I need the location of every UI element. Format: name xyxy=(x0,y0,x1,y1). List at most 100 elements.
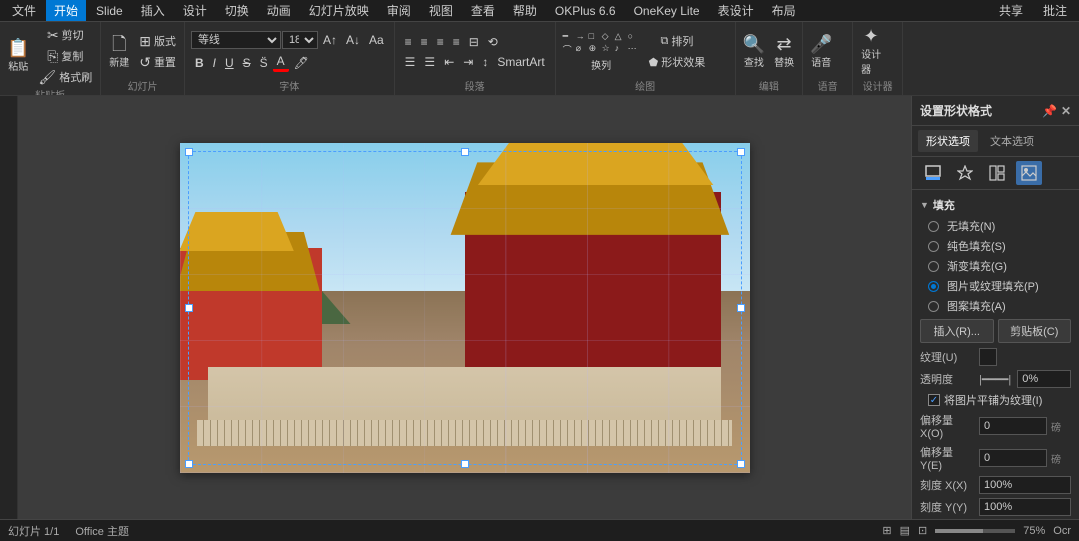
columns-button[interactable]: ⊟ xyxy=(465,34,483,50)
justify-button[interactable]: ≡ xyxy=(449,34,464,50)
formatpaint-button[interactable]: 🖌格式刷 xyxy=(34,67,96,87)
voice-label: 语音 xyxy=(811,54,831,69)
align-left-button[interactable]: ≡ xyxy=(401,34,416,50)
panel-tab-text[interactable]: 文本选项 xyxy=(982,130,1042,152)
voice-button[interactable]: 🎤 语音 xyxy=(807,33,835,71)
copy-icon: ⎘ xyxy=(47,49,58,63)
stretch-checkbox[interactable]: ✓ xyxy=(928,394,940,406)
find-button[interactable]: 🔍 查找 xyxy=(740,33,768,71)
insert-image-button[interactable]: 插入(R)... xyxy=(920,319,994,343)
offset-y-input[interactable] xyxy=(979,449,1047,467)
increase-font-button[interactable]: A↑ xyxy=(319,32,341,48)
main-area: 设置形状格式 📌 ✕ 形状选项 文本选项 xyxy=(0,96,1079,519)
menu-tabledesign[interactable]: 表设计 xyxy=(710,0,762,21)
font-family-select[interactable]: 等线 xyxy=(191,31,281,49)
menu-design[interactable]: 设计 xyxy=(175,0,215,21)
smartart-button[interactable]: SmartArt xyxy=(493,54,548,70)
view-reader-btn[interactable]: ⊡ xyxy=(918,524,927,537)
grid-lines xyxy=(180,143,750,473)
menu-comment[interactable]: 批注 xyxy=(1035,0,1075,21)
menu-onekey[interactable]: OneKey Lite xyxy=(626,2,708,20)
fill-section-header[interactable]: 填充 xyxy=(912,194,1079,216)
fill-pattern-radio[interactable] xyxy=(928,301,939,312)
layout-button[interactable]: ⊞版式 xyxy=(135,31,180,51)
ribbon-group-slides: 🗋 新建 ⊞版式 ↺重置 幻灯片 xyxy=(101,22,185,95)
align-center-button[interactable]: ≡ xyxy=(417,34,432,50)
fill-icon xyxy=(925,165,941,181)
highlight-button[interactable]: 🖊 xyxy=(290,55,313,71)
reset-button[interactable]: ↺重置 xyxy=(135,52,180,72)
panel-pin-button[interactable]: 📌 xyxy=(1042,104,1057,118)
arrange-button[interactable]: ⧉排列 xyxy=(645,31,710,51)
shapeeffects-button[interactable]: ⬟形状效果 xyxy=(645,52,710,72)
view-normal-btn[interactable]: ⊞ xyxy=(882,524,891,537)
panel-close-button[interactable]: ✕ xyxy=(1061,104,1071,118)
copy-button[interactable]: ⎘复制 xyxy=(34,46,96,66)
ocr-label[interactable]: Ocr xyxy=(1053,525,1071,537)
menu-slide[interactable]: Slide xyxy=(88,2,131,20)
scale-x-input[interactable] xyxy=(979,476,1071,494)
menu-animation[interactable]: 动画 xyxy=(259,0,299,21)
menu-home[interactable]: 开始 xyxy=(46,0,86,21)
list-button[interactable]: ☰ xyxy=(401,54,420,70)
image-panel-icon xyxy=(1021,165,1037,181)
menu-review[interactable]: 审阅 xyxy=(379,0,419,21)
view-slide-btn[interactable]: ▤ xyxy=(900,524,910,537)
designer-button[interactable]: ✦ 设计器 xyxy=(857,25,885,78)
numlist-button[interactable]: ☰ xyxy=(420,54,439,70)
textdir-button[interactable]: ⟲ xyxy=(484,34,502,50)
menu-transition[interactable]: 切换 xyxy=(217,0,257,21)
menu-layout[interactable]: 布局 xyxy=(764,0,804,21)
panel-fill-icon-btn[interactable] xyxy=(920,161,946,185)
fill-solid-label: 纯色填充(S) xyxy=(947,238,1006,254)
ribbon-group-voice: 🎤 语音 语音 xyxy=(803,22,853,95)
indent-inc-button[interactable]: ⇥ xyxy=(459,54,477,70)
canvas-area[interactable] xyxy=(18,96,911,519)
menu-file[interactable]: 文件 xyxy=(4,0,44,21)
fontcolor-button[interactable]: A xyxy=(273,53,289,72)
menu-view[interactable]: 视图 xyxy=(421,0,461,21)
panel-tab-shape[interactable]: 形状选项 xyxy=(918,130,978,152)
align-right-button[interactable]: ≡ xyxy=(433,34,448,50)
shapeeffects-label: 形状效果 xyxy=(661,54,705,70)
brightness-input[interactable] xyxy=(1017,370,1071,388)
replace-button[interactable]: ⇄ 替换 xyxy=(770,33,798,71)
menu-check[interactable]: 查看 xyxy=(463,0,503,21)
strikethrough-button[interactable]: S xyxy=(239,55,255,71)
fill-picture-radio[interactable] xyxy=(928,281,939,292)
newslide-button[interactable]: 🗋 新建 xyxy=(105,33,133,71)
fill-solid-radio[interactable] xyxy=(928,241,939,252)
ribbon: 📋 粘贴 ✂剪切 ⎘复制 🖌格式刷 粘贴板 🗋 新建 xyxy=(0,22,1079,96)
italic-button[interactable]: I xyxy=(209,55,220,71)
menu-insert[interactable]: 插入 xyxy=(133,0,173,21)
menu-okplus[interactable]: OKPlus 6.6 xyxy=(547,2,624,20)
menu-slideshow[interactable]: 幻灯片放映 xyxy=(301,0,377,21)
linespace-button[interactable]: ↕ xyxy=(478,54,492,70)
panel-image-icon-btn[interactable] xyxy=(1016,161,1042,185)
texture-swatch[interactable] xyxy=(979,348,997,366)
scale-y-input[interactable] xyxy=(979,498,1071,516)
panel-layout-icon-btn[interactable] xyxy=(984,161,1010,185)
panel-effects-icon-btn[interactable] xyxy=(952,161,978,185)
shapes-button[interactable]: ━→□◇△○ ⌒⌀⊕☆♪⋯ 换列 xyxy=(560,29,643,74)
underline-button[interactable]: U xyxy=(221,55,238,71)
indent-dec-button[interactable]: ⇤ xyxy=(440,54,458,70)
fill-none-radio[interactable] xyxy=(928,221,939,232)
decrease-font-button[interactable]: A↓ xyxy=(342,32,364,48)
shadow-button[interactable]: S̈ xyxy=(256,55,272,71)
offset-y-row: 偏移量 Y(E) 磅 xyxy=(912,442,1079,474)
zoom-slider[interactable] xyxy=(935,529,1015,533)
clipboard-image-button[interactable]: 剪贴板(C) xyxy=(998,319,1072,343)
menu-help[interactable]: 帮助 xyxy=(505,0,545,21)
bold-button[interactable]: B xyxy=(191,55,208,71)
paste-button[interactable]: 📋 粘贴 xyxy=(4,37,32,75)
font-size-select[interactable]: 18 xyxy=(282,31,318,49)
cut-button[interactable]: ✂剪切 xyxy=(34,25,96,45)
clear-format-button[interactable]: Aa xyxy=(365,32,388,48)
voice-label: 语音 xyxy=(807,78,848,95)
menu-share[interactable]: 共享 xyxy=(991,0,1031,21)
offset-x-input[interactable] xyxy=(979,417,1047,435)
fill-gradient-radio[interactable] xyxy=(928,261,939,272)
ribbon-group-clipboard: 📋 粘贴 ✂剪切 ⎘复制 🖌格式刷 粘贴板 xyxy=(0,22,101,95)
font-rows: 等线 18 A↑ A↓ Aa B I U S S̈ A 🖊 xyxy=(189,30,390,73)
